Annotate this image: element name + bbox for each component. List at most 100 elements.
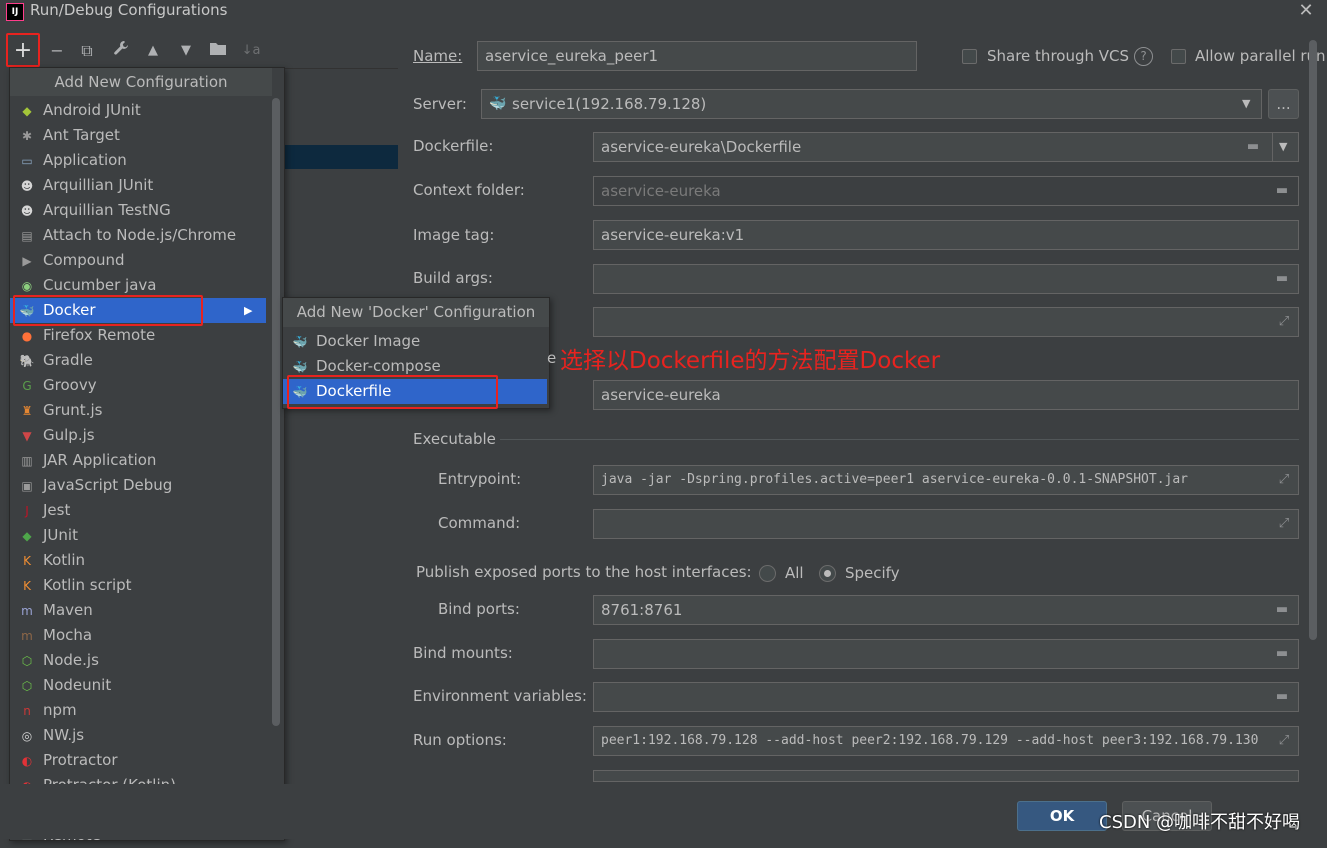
folder-icon[interactable]: ▬ xyxy=(1273,647,1291,661)
build-args-input[interactable] xyxy=(593,264,1299,294)
folder-icon[interactable]: ▬ xyxy=(1273,603,1291,617)
window-title: Run/Debug Configurations xyxy=(30,1,228,19)
popup-item[interactable]: G Groovy xyxy=(10,373,266,398)
executable-separator xyxy=(500,439,1299,440)
docker-icon: 🐳 xyxy=(489,96,507,112)
popup-item[interactable]: ▭ Application xyxy=(10,148,266,173)
expand-icon[interactable]: ⤢ xyxy=(1276,516,1292,532)
popup-item[interactable]: ▼ Gulp.js xyxy=(10,423,266,448)
nodeunit-icon: ⬡ xyxy=(21,679,33,693)
run-options-label: Run options: xyxy=(413,731,507,749)
container-name-input[interactable]: aservice-eureka xyxy=(593,380,1299,410)
popup-item[interactable]: ◐ Protractor xyxy=(10,748,266,773)
expand-icon[interactable]: ⤢ xyxy=(1276,314,1292,330)
wrench-icon[interactable] xyxy=(110,40,132,62)
ant-icon: ✱ xyxy=(21,129,33,143)
radio-all[interactable] xyxy=(759,565,776,582)
configuration-tree[interactable] xyxy=(285,68,398,840)
cucumber-icon: ◉ xyxy=(21,279,33,293)
popup-item[interactable]: ▥ JAR Application xyxy=(10,448,266,473)
docker-icon: 🐳 xyxy=(292,335,308,349)
popup-item[interactable]: m Maven xyxy=(10,598,266,623)
popup-item-label: Gulp.js xyxy=(43,426,95,444)
dockerfile-input[interactable]: aservice-eureka\Dockerfile xyxy=(593,132,1299,162)
server-value: service1(192.168.79.128) xyxy=(512,95,707,113)
popup-item-label: Attach to Node.js/Chrome xyxy=(43,226,237,244)
popup-item-label: Maven xyxy=(43,601,93,619)
popup-item[interactable]: ▤ Attach to Node.js/Chrome xyxy=(10,223,266,248)
expand-icon[interactable]: ⤢ xyxy=(1276,472,1292,488)
docker-icon: 🐳 xyxy=(292,360,308,374)
expand-icon[interactable]: ⤢ xyxy=(1276,733,1292,749)
name-label: Name: xyxy=(413,47,463,65)
popup-item[interactable]: ▶ Compound xyxy=(10,248,266,273)
server-select[interactable]: service1(192.168.79.128) xyxy=(481,89,1262,119)
folder-icon[interactable]: ▬ xyxy=(1273,690,1291,704)
popup-item-label: Kotlin script xyxy=(43,576,132,594)
radio-specify-label: Specify xyxy=(845,564,900,582)
partial-next-input[interactable] xyxy=(593,770,1299,782)
popup-item[interactable]: J Jest xyxy=(10,498,266,523)
popup-item-label: JavaScript Debug xyxy=(43,476,173,494)
highlight-docker-item xyxy=(13,295,203,326)
popup-item[interactable]: ◆ Android JUnit xyxy=(10,98,266,123)
tree-selected-row[interactable] xyxy=(285,145,398,169)
popup-item[interactable]: ● Firefox Remote xyxy=(10,323,266,348)
folder-icon[interactable]: ▬ xyxy=(1244,140,1262,154)
popup-item[interactable]: ⬡ Nodeunit xyxy=(10,673,266,698)
folder-icon[interactable] xyxy=(207,40,229,62)
allow-parallel-checkbox[interactable] xyxy=(1171,49,1186,64)
popup-item[interactable]: ♜ Grunt.js xyxy=(10,398,266,423)
folder-icon[interactable]: ▬ xyxy=(1273,272,1291,286)
highlight-add-button xyxy=(6,33,40,67)
server-label: Server: xyxy=(413,95,467,113)
radio-specify[interactable] xyxy=(819,565,836,582)
popup-item[interactable]: ▣ JavaScript Debug xyxy=(10,473,266,498)
popup-item[interactable]: ⬡ Node.js xyxy=(10,648,266,673)
popup-item[interactable]: n npm xyxy=(10,698,266,723)
popup-item[interactable]: 🐘 Gradle xyxy=(10,348,266,373)
remove-configuration-button[interactable]: − xyxy=(46,40,68,62)
run-options-input[interactable]: peer1:192.168.79.128 --add-host peer2:19… xyxy=(593,726,1299,756)
move-down-button[interactable]: ▼ xyxy=(175,40,197,62)
help-icon[interactable]: ? xyxy=(1134,47,1153,66)
bind-ports-input[interactable]: 8761:8761 xyxy=(593,595,1299,625)
popup-item[interactable]: K Kotlin script xyxy=(10,573,266,598)
server-more-button[interactable]: ... xyxy=(1268,89,1299,119)
image-tag-input[interactable]: aservice-eureka:v1 xyxy=(593,220,1299,250)
popup-item[interactable]: m Mocha xyxy=(10,623,266,648)
chevron-down-icon[interactable]: ▼ xyxy=(1279,140,1287,153)
popup-item[interactable]: ☻ Arquillian JUnit xyxy=(10,173,266,198)
command-input[interactable] xyxy=(593,509,1299,539)
attach-node-icon: ▤ xyxy=(21,229,33,243)
sort-icon[interactable]: ↓a xyxy=(240,40,262,62)
folder-icon[interactable]: ▬ xyxy=(1273,184,1291,198)
bind-mounts-input[interactable] xyxy=(593,639,1299,669)
copy-configuration-button[interactable]: ⧉ xyxy=(76,40,98,62)
executable-section-label: Executable xyxy=(413,430,496,448)
hidden-field-input[interactable] xyxy=(593,307,1299,337)
popup-item[interactable]: ◎ NW.js xyxy=(10,723,266,748)
share-vcs-checkbox[interactable] xyxy=(962,49,977,64)
popup-item[interactable]: ☻ Arquillian TestNG xyxy=(10,198,266,223)
popup-item[interactable]: ✱ Ant Target xyxy=(10,123,266,148)
submenu-item[interactable]: 🐳 Docker Image xyxy=(283,329,547,354)
popup-item-label: Kotlin xyxy=(43,551,85,569)
popup-item[interactable]: ◆ JUnit xyxy=(10,523,266,548)
name-input[interactable]: aservice_eureka_peer1 xyxy=(477,41,917,71)
move-up-button[interactable]: ▲ xyxy=(142,40,164,62)
popup-item-label: Grunt.js xyxy=(43,401,103,419)
env-vars-input[interactable] xyxy=(593,682,1299,712)
context-folder-input[interactable]: aservice-eureka xyxy=(593,176,1299,206)
form-scrollbar[interactable] xyxy=(1309,40,1317,640)
close-window-button[interactable]: ✕ xyxy=(1296,0,1316,22)
dockerfile-label: Dockerfile: xyxy=(413,137,494,155)
arquillian-icon: ☻ xyxy=(20,179,34,193)
ok-button[interactable]: OK xyxy=(1017,801,1107,831)
popup-item[interactable]: K Kotlin xyxy=(10,548,266,573)
popup-scrollbar[interactable] xyxy=(272,98,280,726)
entrypoint-input[interactable]: java -jar -Dspring.profiles.active=peer1… xyxy=(593,465,1299,495)
entrypoint-label: Entrypoint: xyxy=(438,470,522,488)
submenu-item-label: Docker Image xyxy=(316,332,421,350)
chevron-down-icon[interactable]: ▼ xyxy=(1242,97,1250,110)
